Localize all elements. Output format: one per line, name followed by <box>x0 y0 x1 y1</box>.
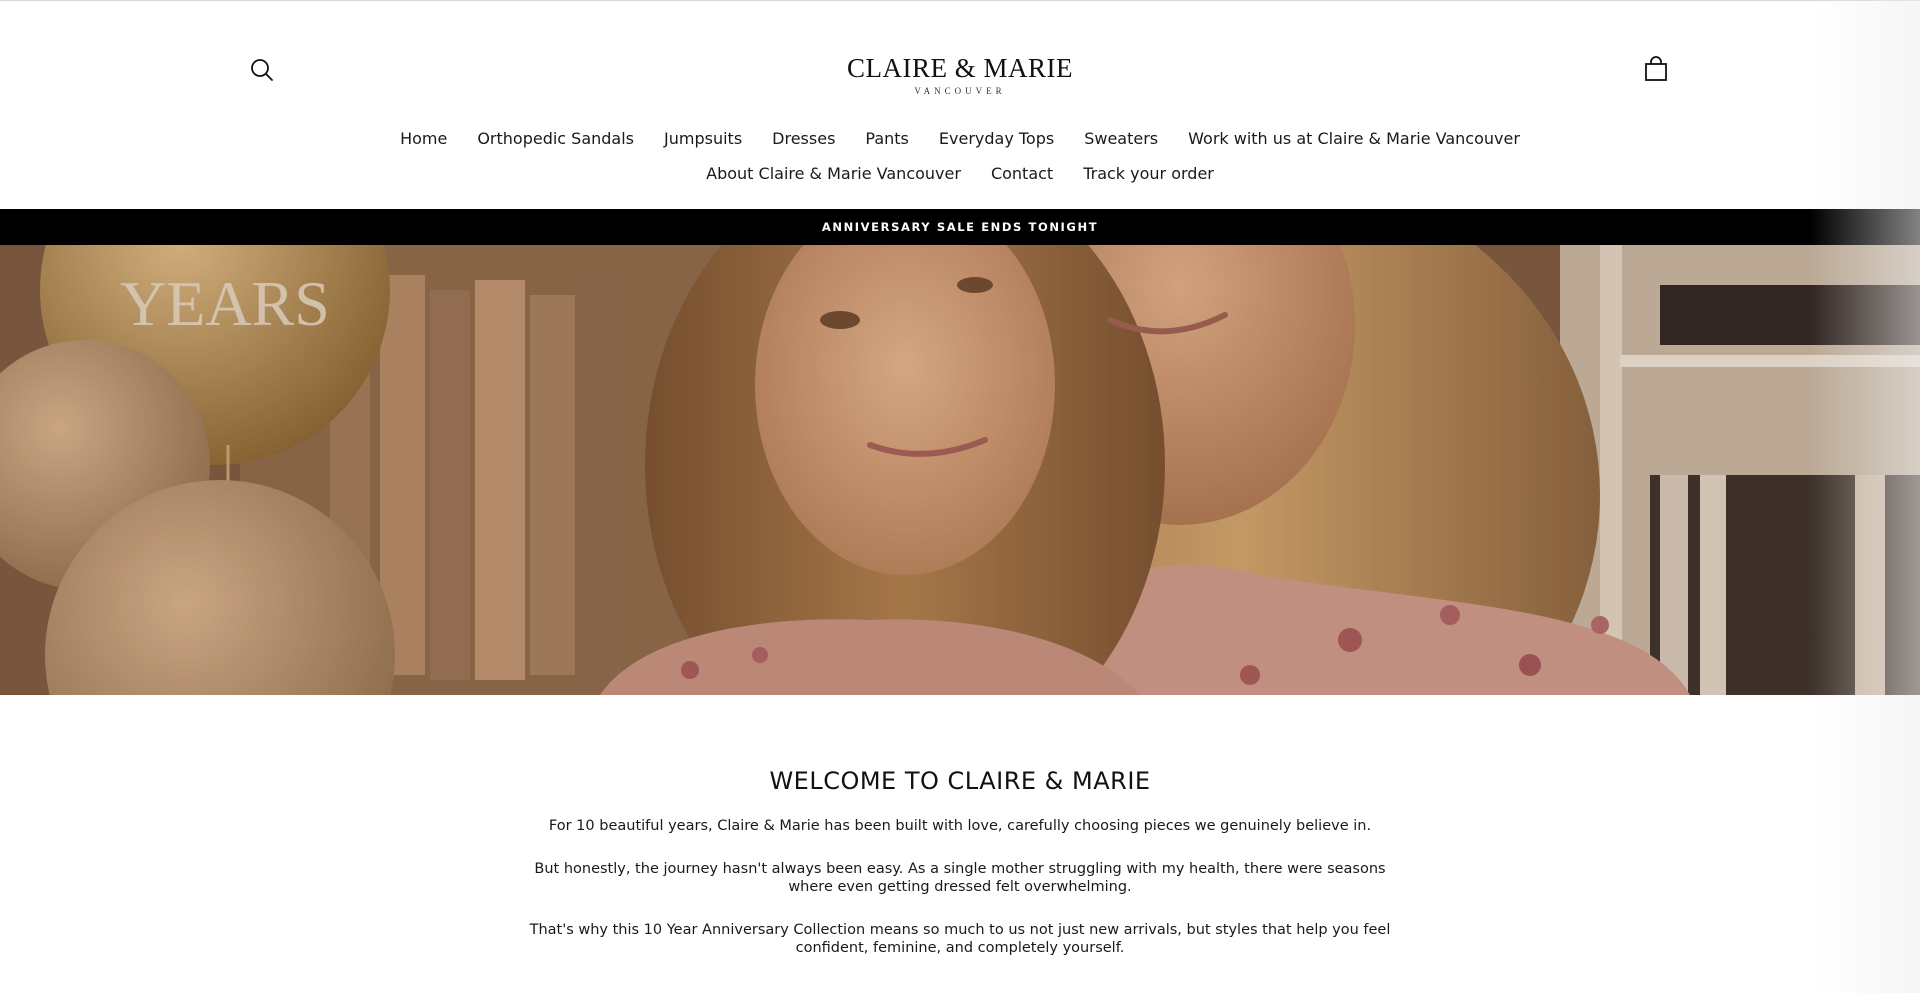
nav-row-secondary: About Claire & Marie Vancouver Contact T… <box>0 156 1920 191</box>
nav-link-work-with-us[interactable]: Work with us at Claire & Marie Vancouver <box>1188 129 1520 148</box>
search-icon <box>251 59 273 81</box>
shopping-bag-icon <box>1645 56 1667 81</box>
store-logo[interactable]: CLAIRE & MARIE VANCOUVER <box>760 53 1160 97</box>
nav-link-home[interactable]: Home <box>400 129 447 148</box>
logo-name: CLAIRE & MARIE <box>847 53 1073 83</box>
site-header: CLAIRE & MARIE VANCOUVER Home Orthopedic… <box>0 1 1920 209</box>
announcement-bar[interactable]: ANNIVERSARY SALE ENDS TONIGHT <box>0 209 1920 245</box>
nav-link-everyday-tops[interactable]: Everyday Tops <box>939 129 1054 148</box>
welcome-title: WELCOME TO CLAIRE & MARIE <box>769 767 1151 795</box>
nav-link-orthopedic-sandals[interactable]: Orthopedic Sandals <box>477 129 634 148</box>
cart-button[interactable] <box>1642 55 1670 83</box>
nav-link-about[interactable]: About Claire & Marie Vancouver <box>706 164 961 183</box>
welcome-section: WELCOME TO CLAIRE & MARIE For 10 beautif… <box>0 745 1920 982</box>
hero-image: YEARS <box>0 245 1920 695</box>
main-navigation: Home Orthopedic Sandals Jumpsuits Dresse… <box>0 121 1920 191</box>
nav-link-sweaters[interactable]: Sweaters <box>1084 129 1158 148</box>
page: CLAIRE & MARIE VANCOUVER Home Orthopedic… <box>0 0 1920 993</box>
welcome-paragraph: For 10 beautiful years, Claire & Marie h… <box>548 818 1372 834</box>
announcement-text: ANNIVERSARY SALE ENDS TONIGHT <box>821 220 1099 234</box>
welcome-paragraph: That's why this 10 Year Anniversary Coll… <box>529 922 1391 956</box>
nav-link-contact[interactable]: Contact <box>991 164 1053 183</box>
welcome-copy: For 10 beautiful years, Claire & Marie h… <box>510 817 1410 957</box>
nav-link-track-order[interactable]: Track your order <box>1083 164 1214 183</box>
nav-row-primary: Home Orthopedic Sandals Jumpsuits Dresse… <box>0 121 1920 156</box>
welcome-paragraph: But honestly, the journey hasn't always … <box>534 861 1386 895</box>
hero-photo: YEARS <box>0 245 1920 695</box>
nav-link-pants[interactable]: Pants <box>865 129 908 148</box>
nav-link-jumpsuits[interactable]: Jumpsuits <box>664 129 742 148</box>
logo-location: VANCOUVER <box>914 86 1006 96</box>
nav-link-dresses[interactable]: Dresses <box>772 129 835 148</box>
search-button[interactable] <box>249 57 275 83</box>
